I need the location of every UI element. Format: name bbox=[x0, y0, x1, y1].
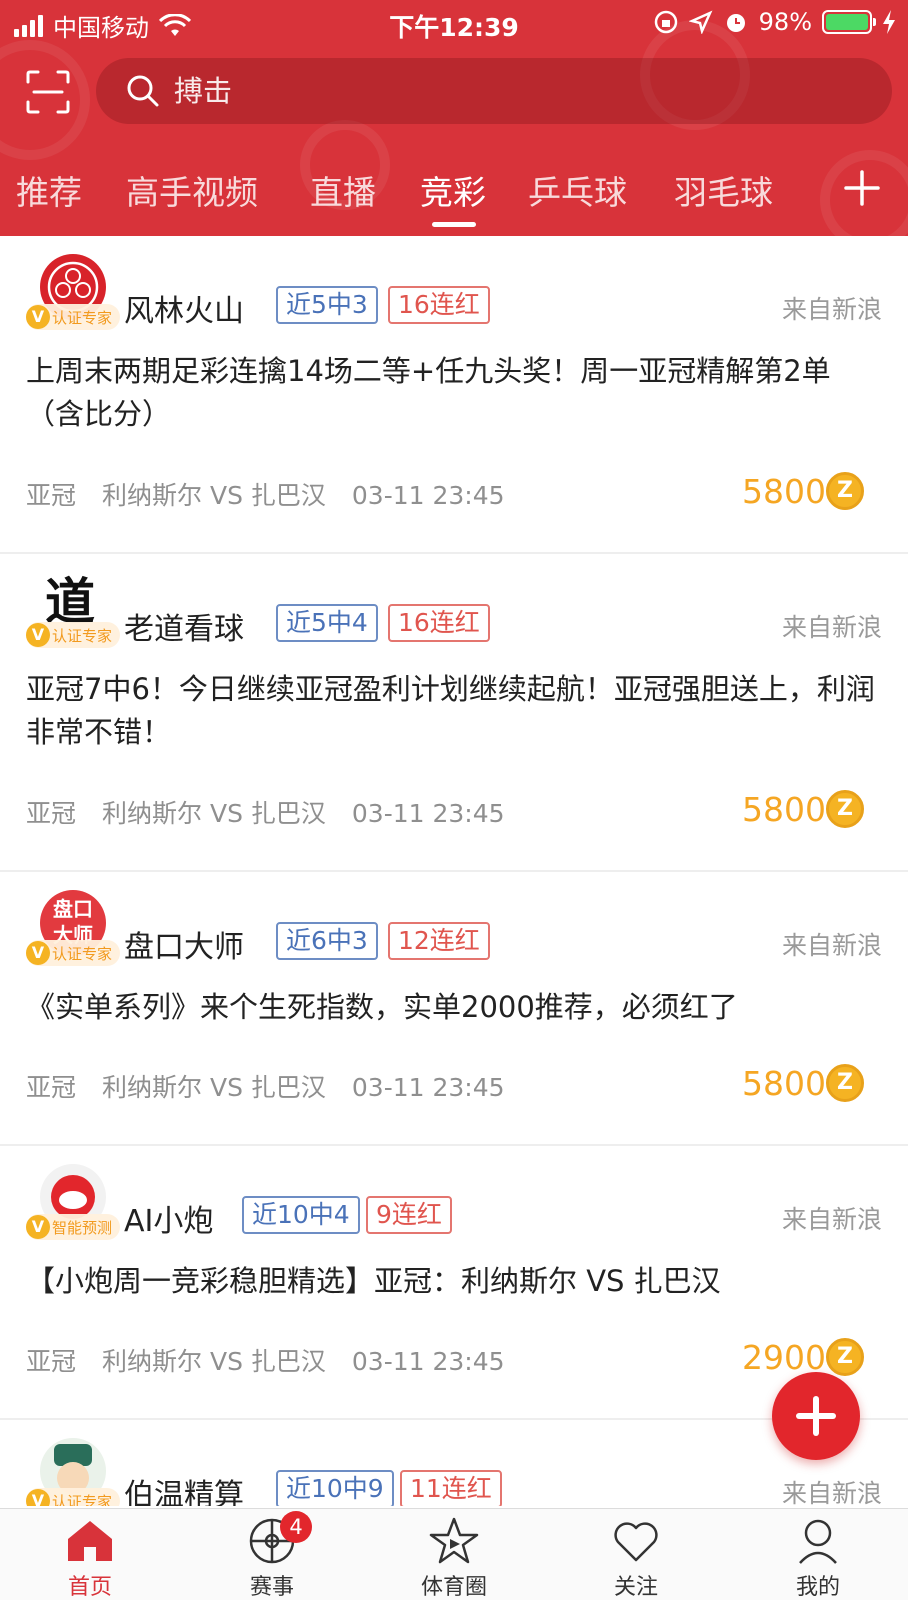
source-label: 来自新浪 bbox=[781, 1479, 882, 1506]
coin-icon: Z bbox=[826, 1338, 864, 1376]
league: 亚冠 bbox=[26, 1073, 77, 1102]
location-icon bbox=[688, 10, 713, 34]
price: 5800 bbox=[742, 1064, 826, 1103]
price: 5800 bbox=[742, 790, 826, 829]
match-time: 03-11 23:45 bbox=[351, 481, 505, 510]
author-name[interactable]: 老道看球 bbox=[124, 604, 244, 648]
rotation-lock-icon bbox=[654, 10, 677, 34]
match-time: 03-11 23:45 bbox=[351, 1347, 505, 1376]
feed-card[interactable]: V 智能预测 AI小炮 近10中4 9连红 来自新浪 【小炮周一竞彩稳胆精选】亚冠… bbox=[0, 1146, 908, 1420]
match-meta: 亚冠 利纳斯尔 VS 扎巴汉 03-11 23:45 bbox=[26, 1068, 531, 1104]
source-label: 来自新浪 bbox=[781, 931, 882, 960]
active-tab-indicator bbox=[432, 222, 476, 227]
bottom-nav: 首页 4 赛事 体育圈 关注 我的 bbox=[0, 1508, 908, 1600]
notification-badge: 4 bbox=[280, 1511, 312, 1543]
nav-label: 赛事 bbox=[249, 1575, 294, 1600]
match: 利纳斯尔 VS 扎巴汉 bbox=[102, 799, 326, 828]
author-name[interactable]: 伯温精算 bbox=[124, 1470, 244, 1506]
status-bar: 中国移动 下午12:39 98% bbox=[0, 0, 908, 48]
feed-card[interactable]: 盘口大师 V 认证专家 盘口大师 近6中3 12连红 来自新浪 《实单系列》来个生… bbox=[0, 872, 908, 1146]
expert-badge: V 认证专家 bbox=[26, 1488, 121, 1506]
alarm-icon bbox=[726, 14, 745, 32]
battery-icon bbox=[822, 10, 876, 34]
match: 利纳斯尔 VS 扎巴汉 bbox=[102, 481, 326, 510]
nav-label: 体育圈 bbox=[420, 1575, 487, 1600]
record-tag: 近10中9 bbox=[276, 1470, 394, 1506]
nav-matches[interactable]: 4 赛事 bbox=[212, 1511, 332, 1600]
coin-icon: Z bbox=[826, 790, 864, 828]
price: 5800 bbox=[742, 472, 826, 511]
match-meta: 亚冠 利纳斯尔 VS 扎巴汉 03-11 23:45 bbox=[26, 476, 531, 512]
nav-following[interactable]: 关注 bbox=[576, 1515, 696, 1600]
record-tag: 近6中3 bbox=[276, 922, 378, 960]
coin-icon: Z bbox=[826, 472, 864, 510]
match: 利纳斯尔 VS 扎巴汉 bbox=[102, 1347, 326, 1376]
feed-card[interactable]: V 认证专家 风林火山 近5中3 16连红 来自新浪 上周末两期足彩连擒14场二等… bbox=[0, 236, 908, 554]
tab-badminton[interactable]: 羽毛球 bbox=[674, 166, 773, 214]
search-bar[interactable] bbox=[96, 58, 892, 124]
nav-label: 我的 bbox=[795, 1575, 840, 1600]
match-meta: 亚冠 利纳斯尔 VS 扎巴汉 03-11 23:45 bbox=[26, 1342, 531, 1378]
app-header: 中国移动 下午12:39 98% 推荐 高手视频 直播 竞彩 乒乓球 羽毛球 bbox=[0, 0, 908, 236]
nav-profile[interactable]: 我的 bbox=[758, 1515, 878, 1600]
author-name[interactable]: 盘口大师 bbox=[124, 922, 244, 966]
post-title[interactable]: 《实单系列》来个生死指数，实单2000推荐，必须红了 bbox=[26, 986, 886, 1029]
record-tag: 近10中4 bbox=[242, 1196, 360, 1234]
league: 亚冠 bbox=[26, 481, 77, 510]
league: 亚冠 bbox=[26, 1347, 77, 1376]
add-tab-icon[interactable] bbox=[844, 170, 880, 206]
coin-icon: Z bbox=[826, 1064, 864, 1102]
feed-card[interactable]: 道 V 认证专家 老道看球 近5中4 16连红 来自新浪 亚冠7中6！今日继续亚冠… bbox=[0, 554, 908, 872]
expert-badge: V 认证专家 bbox=[26, 304, 121, 330]
source-label: 来自新浪 bbox=[781, 295, 882, 324]
search-icon bbox=[127, 75, 159, 107]
streak-tag: 16连红 bbox=[388, 604, 490, 642]
streak-tag: 11连红 bbox=[400, 1470, 502, 1506]
match-time: 03-11 23:45 bbox=[351, 1073, 505, 1102]
post-title[interactable]: 上周末两期足彩连擒14场二等+任九头奖！周一亚冠精解第2单（含比分） bbox=[26, 350, 886, 436]
streak-tag: 12连红 bbox=[388, 922, 490, 960]
record-tag: 近5中4 bbox=[276, 604, 378, 642]
author-name[interactable]: AI小炮 bbox=[124, 1196, 213, 1240]
tab-lottery[interactable]: 竞彩 bbox=[420, 166, 486, 214]
nav-label: 首页 bbox=[67, 1575, 112, 1600]
create-post-button[interactable] bbox=[772, 1372, 860, 1460]
star-icon bbox=[429, 1517, 479, 1564]
nav-home[interactable]: 首页 bbox=[30, 1515, 150, 1600]
nav-label: 关注 bbox=[613, 1575, 658, 1600]
tab-table-tennis[interactable]: 乒乓球 bbox=[528, 166, 627, 214]
streak-tag: 16连红 bbox=[388, 286, 490, 324]
tab-live[interactable]: 直播 bbox=[310, 166, 376, 214]
ai-badge: V 智能预测 bbox=[26, 1214, 121, 1240]
expert-badge: V 认证专家 bbox=[26, 940, 121, 966]
expert-badge: V 认证专家 bbox=[26, 622, 121, 648]
league: 亚冠 bbox=[26, 799, 77, 828]
post-title[interactable]: 【小炮周一竞彩稳胆精选】亚冠：利纳斯尔 VS 扎巴汉 bbox=[26, 1260, 886, 1303]
author-name[interactable]: 风林火山 bbox=[124, 286, 244, 330]
tab-recommend[interactable]: 推荐 bbox=[16, 166, 82, 214]
battery-percent: 98% bbox=[758, 8, 812, 36]
match-time: 03-11 23:45 bbox=[351, 799, 505, 828]
search-input[interactable] bbox=[174, 74, 774, 108]
category-tabs: 推荐 高手视频 直播 竞彩 乒乓球 羽毛球 bbox=[0, 160, 908, 236]
source-label: 来自新浪 bbox=[781, 613, 882, 642]
match: 利纳斯尔 VS 扎巴汉 bbox=[102, 1073, 326, 1102]
match-meta: 亚冠 利纳斯尔 VS 扎巴汉 03-11 23:45 bbox=[26, 794, 531, 830]
tab-expert-video[interactable]: 高手视频 bbox=[126, 166, 258, 214]
post-title[interactable]: 亚冠7中6！今日继续亚冠盈利计划继续起航！亚冠强胆送上，利润非常不错！ bbox=[26, 668, 886, 754]
record-tag: 近5中3 bbox=[276, 286, 378, 324]
home-icon bbox=[68, 1521, 112, 1561]
scan-icon[interactable] bbox=[26, 70, 70, 114]
source-label: 来自新浪 bbox=[781, 1205, 882, 1234]
feed-card[interactable]: V 认证专家 伯温精算 近10中9 11连红 来自新浪 bbox=[0, 1420, 908, 1506]
nav-sports-circle[interactable]: 体育圈 bbox=[394, 1515, 514, 1600]
person-icon bbox=[799, 1519, 837, 1564]
charging-icon bbox=[883, 10, 895, 34]
feed-list: V 认证专家 风林火山 近5中3 16连红 来自新浪 上周末两期足彩连擒14场二等… bbox=[0, 236, 908, 1506]
heart-icon bbox=[614, 1522, 658, 1562]
streak-tag: 9连红 bbox=[366, 1196, 452, 1234]
